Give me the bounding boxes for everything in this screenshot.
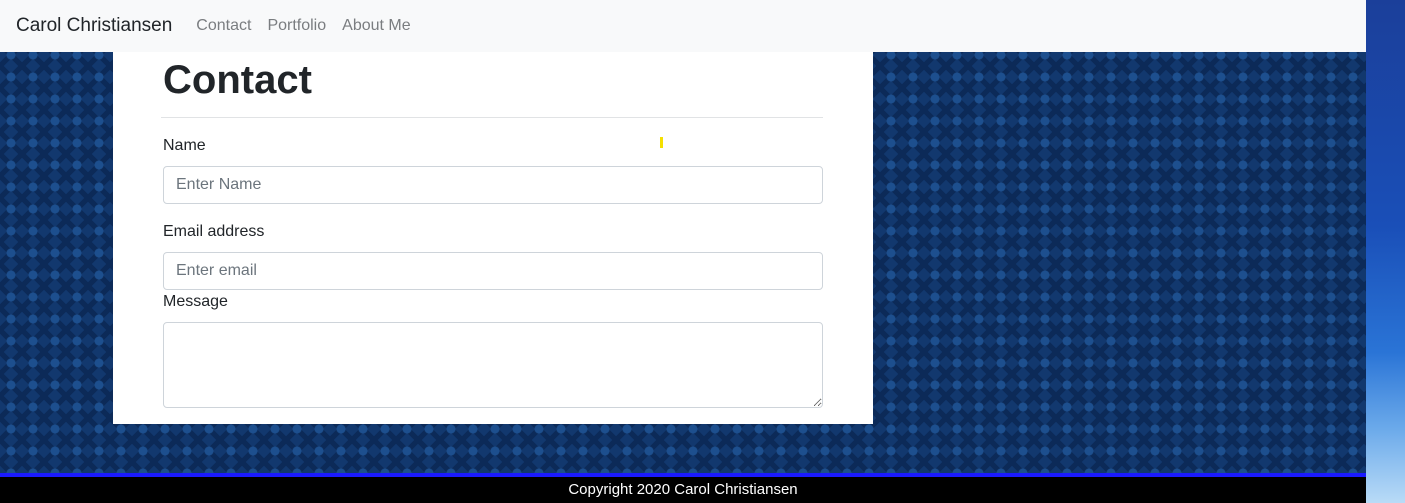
footer: Copyright 2020 Carol Christiansen (0, 477, 1366, 503)
cursor-highlight (660, 137, 663, 148)
message-textarea[interactable] (163, 322, 823, 408)
email-label: Email address (163, 223, 265, 240)
footer-copyright: Copyright 2020 Carol Christiansen (568, 481, 798, 498)
navbar: Carol Christiansen Contact Portfolio Abo… (0, 0, 1366, 52)
nav-link-portfolio[interactable]: Portfolio (267, 17, 326, 35)
message-label: Message (163, 293, 228, 310)
name-input[interactable] (163, 166, 823, 204)
contact-card: Contact Name Email address Message (113, 52, 873, 424)
page-title: Contact (163, 58, 312, 102)
desktop-background (1366, 0, 1405, 503)
nav-link-contact[interactable]: Contact (196, 17, 251, 35)
nav-link-about-me[interactable]: About Me (342, 17, 410, 35)
email-input[interactable] (163, 252, 823, 290)
navbar-brand[interactable]: Carol Christiansen (16, 15, 172, 37)
name-label: Name (163, 137, 206, 154)
heading-divider (161, 117, 823, 118)
